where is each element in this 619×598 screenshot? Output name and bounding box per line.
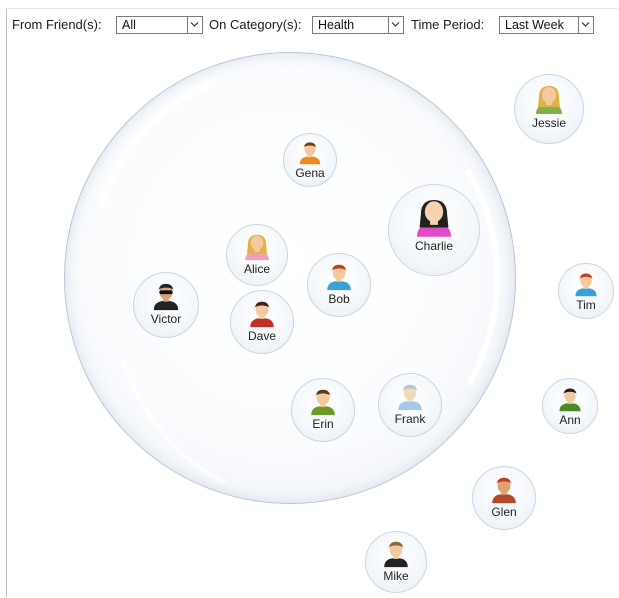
chevron-down-icon[interactable]: [578, 17, 593, 33]
friend-name: Gena: [295, 166, 325, 180]
from-friends-dropdown[interactable]: All: [116, 16, 203, 34]
chevron-down-icon[interactable]: [187, 17, 202, 33]
category-value: Health: [318, 18, 355, 32]
friend-name: Frank: [394, 412, 426, 426]
person-avatar-icon: [325, 262, 354, 296]
time-period-dropdown[interactable]: Last Week: [499, 16, 594, 34]
friend-name: Jessie: [531, 116, 566, 130]
friend-name: Victor: [150, 312, 182, 326]
friend-node[interactable]: Frank: [378, 373, 442, 437]
friend-name: Erin: [312, 417, 334, 431]
person-avatar-icon: [533, 83, 565, 120]
friend-node[interactable]: Victor: [133, 272, 199, 338]
person-avatar-icon: [151, 281, 181, 316]
time-period-label: Time Period:: [411, 17, 485, 32]
person-avatar-icon: [413, 196, 455, 243]
friend-node[interactable]: Bob: [307, 253, 371, 317]
friend-name: Bob: [328, 292, 350, 306]
from-friends-label: From Friend(s):: [12, 17, 102, 32]
person-avatar-icon: [382, 539, 411, 573]
selection-bubble[interactable]: [64, 52, 516, 504]
friend-node[interactable]: Ann: [542, 378, 598, 434]
person-avatar-icon: [396, 382, 425, 416]
friend-name: Charlie: [414, 239, 453, 253]
friend-node[interactable]: Tim: [558, 263, 614, 319]
friend-node[interactable]: Erin: [291, 378, 355, 442]
person-avatar-icon: [243, 232, 272, 266]
from-friends-value: All: [122, 18, 136, 32]
friend-node[interactable]: Dave: [230, 290, 294, 354]
person-avatar-icon: [248, 299, 277, 333]
category-dropdown[interactable]: Health: [312, 16, 404, 34]
friend-name: Mike: [383, 569, 409, 583]
friend-name: Dave: [247, 329, 276, 343]
friend-node[interactable]: Alice: [226, 224, 288, 286]
friend-name: Ann: [559, 413, 581, 427]
person-avatar-icon: [309, 387, 338, 421]
person-avatar-icon: [490, 475, 519, 509]
friend-node[interactable]: Charlie: [388, 184, 480, 276]
time-period-value: Last Week: [505, 18, 564, 32]
friend-node[interactable]: Mike: [365, 531, 427, 593]
friend-node[interactable]: Gena: [283, 133, 337, 187]
chevron-down-icon[interactable]: [388, 17, 403, 33]
friend-name: Glen: [491, 505, 517, 519]
friend-name: Tim: [576, 298, 596, 312]
friend-node[interactable]: Jessie: [514, 74, 584, 144]
friend-name: Alice: [243, 262, 270, 276]
friend-node[interactable]: Glen: [472, 466, 536, 530]
category-label: On Category(s):: [209, 17, 302, 32]
